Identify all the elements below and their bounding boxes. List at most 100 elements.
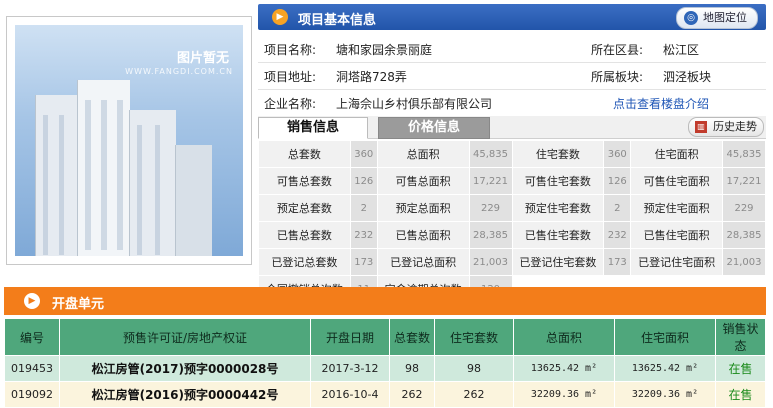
total-area: 32209.36 m² bbox=[513, 381, 615, 408]
district-value: 松江区 bbox=[662, 36, 766, 63]
permit-link[interactable]: 松江房管(2016)预字0000442号 bbox=[59, 381, 311, 408]
stat-label: 已登记住宅套数 bbox=[511, 248, 605, 276]
stat-label: 已登记住宅面积 bbox=[630, 248, 723, 276]
stat-label: 住宅套数 bbox=[511, 140, 605, 168]
history-trend-button[interactable]: ▥ 历史走势 bbox=[688, 117, 764, 137]
tab-price[interactable]: 价格信息 bbox=[378, 117, 490, 139]
stat-value: 360 bbox=[603, 140, 632, 168]
col-header: 编号 bbox=[4, 318, 60, 356]
stat-value: 232 bbox=[603, 221, 632, 249]
permit-link[interactable]: 松江房管(2017)预字0000028号 bbox=[59, 355, 311, 382]
placeholder-image: 图片暂无 WWW.FANGDI.COM.CN bbox=[15, 25, 243, 256]
stat-label: 已登记总面积 bbox=[376, 248, 470, 276]
stat-label: 已登记总套数 bbox=[258, 248, 351, 276]
stats-row: 预定总套数 2 预定总面积 229 预定住宅套数 2 预定住宅面积 229 bbox=[258, 194, 766, 222]
unit-id: 019453 bbox=[4, 355, 60, 382]
stat-value: 173 bbox=[349, 248, 378, 276]
stat-label: 预定住宅面积 bbox=[630, 194, 723, 222]
stat-value: 45,835 bbox=[722, 140, 766, 168]
tab-sales[interactable]: 销售信息 bbox=[258, 117, 368, 139]
stat-value: 2 bbox=[603, 194, 632, 222]
stat-value: 173 bbox=[603, 248, 632, 276]
units-table: 编号 预售许可证/房地产权证 开盘日期 总套数 住宅套数 总面积 住宅面积 销售… bbox=[4, 318, 766, 408]
stat-value: 28,385 bbox=[722, 221, 766, 249]
residential-area: 32209.36 m² bbox=[614, 381, 716, 408]
company-label: 企业名称: bbox=[258, 89, 335, 117]
project-intro-link[interactable]: 点击查看楼盘介绍 bbox=[585, 89, 766, 117]
col-header: 销售状态 bbox=[715, 318, 766, 356]
info-tabs: 销售信息 价格信息 ▥ 历史走势 bbox=[258, 116, 766, 139]
units-section-header: ▶ 开盘单元 bbox=[4, 287, 766, 315]
sale-status: 在售 bbox=[715, 355, 766, 382]
history-label: 历史走势 bbox=[713, 120, 757, 133]
stat-value: 232 bbox=[349, 221, 378, 249]
photo-caption: 图片暂无 bbox=[176, 51, 229, 66]
table-row[interactable]: 019453 松江房管(2017)预字0000028号 2017-3-12 98… bbox=[4, 355, 766, 382]
address-value: 洞塔路728弄 bbox=[335, 62, 585, 90]
stat-label: 可售住宅面积 bbox=[630, 167, 723, 195]
stat-label: 预定总套数 bbox=[258, 194, 351, 222]
stat-value: 28,385 bbox=[468, 221, 513, 249]
stat-label: 已售总套数 bbox=[258, 221, 351, 249]
col-header: 总面积 bbox=[513, 318, 615, 356]
stat-value: 17,221 bbox=[722, 167, 766, 195]
total-units: 262 bbox=[389, 381, 435, 408]
name-label: 项目名称: bbox=[258, 36, 335, 63]
stat-label: 总套数 bbox=[258, 140, 351, 168]
open-date: 2017-3-12 bbox=[310, 355, 390, 382]
stat-label: 总面积 bbox=[376, 140, 470, 168]
stats-row: 总套数 360 总面积 45,835 住宅套数 360 住宅面积 45,835 bbox=[258, 140, 766, 168]
chart-icon: ▥ bbox=[695, 121, 707, 133]
col-header: 住宅套数 bbox=[434, 318, 514, 356]
residential-units: 98 bbox=[434, 355, 514, 382]
sale-status: 在售 bbox=[715, 381, 766, 408]
stats-row: 已登记总套数 173 已登记总面积 21,003 已登记住宅套数 173 已登记住宅面… bbox=[258, 248, 766, 276]
stat-value: 126 bbox=[349, 167, 378, 195]
residential-area: 13625.42 m² bbox=[614, 355, 716, 382]
stat-value: 229 bbox=[468, 194, 513, 222]
stat-value: 229 bbox=[722, 194, 766, 222]
open-date: 2016-10-4 bbox=[310, 381, 390, 408]
residential-units: 262 bbox=[434, 381, 514, 408]
stat-value: 21,003 bbox=[722, 248, 766, 276]
stat-label: 已售总面积 bbox=[376, 221, 470, 249]
map-icon: ◎ bbox=[684, 11, 698, 25]
stat-label: 已售住宅面积 bbox=[630, 221, 723, 249]
stat-label: 住宅面积 bbox=[630, 140, 723, 168]
stats-row: 已售总套数 232 已售总面积 28,385 已售住宅套数 232 已售住宅面积 28,… bbox=[258, 221, 766, 249]
stat-value: 21,003 bbox=[468, 248, 513, 276]
address-label: 项目地址: bbox=[258, 62, 335, 90]
units-header-row: 编号 预售许可证/房地产权证 开盘日期 总套数 住宅套数 总面积 住宅面积 销售… bbox=[4, 318, 766, 356]
stat-label: 已售住宅套数 bbox=[511, 221, 605, 249]
header-title: 项目基本信息 bbox=[298, 13, 377, 28]
stat-value: 126 bbox=[603, 167, 632, 195]
arrow-icon: ▶ bbox=[272, 9, 288, 25]
stat-label: 可售总套数 bbox=[258, 167, 351, 195]
project-name: 塘和家园余景丽庭 bbox=[335, 36, 585, 63]
stat-value: 2 bbox=[349, 194, 378, 222]
col-header: 开盘日期 bbox=[310, 318, 390, 356]
stat-label: 预定住宅套数 bbox=[511, 194, 605, 222]
arrow-icon: ▶ bbox=[24, 293, 40, 309]
district-label: 所在区县: bbox=[585, 36, 662, 63]
total-area: 13625.42 m² bbox=[513, 355, 615, 382]
project-info-table: 项目名称: 塘和家园余景丽庭 所在区县: 松江区 项目地址: 洞塔路728弄 所… bbox=[258, 36, 766, 117]
stat-label: 可售住宅套数 bbox=[511, 167, 605, 195]
table-row[interactable]: 019092 松江房管(2016)预字0000442号 2016-10-4 26… bbox=[4, 381, 766, 408]
block-value: 泗泾板块 bbox=[662, 62, 766, 90]
photo-watermark: WWW.FANGDI.COM.CN bbox=[125, 67, 233, 76]
stat-value: 45,835 bbox=[468, 140, 513, 168]
company-value: 上海佘山乡村俱乐部有限公司 bbox=[335, 89, 585, 117]
units-section-title: 开盘单元 bbox=[52, 297, 105, 312]
stats-row: 可售总套数 126 可售总面积 17,221 可售住宅套数 126 可售住宅面积 17,… bbox=[258, 167, 766, 195]
project-photo: 图片暂无 WWW.FANGDI.COM.CN bbox=[6, 16, 252, 265]
total-units: 98 bbox=[389, 355, 435, 382]
col-header: 总套数 bbox=[389, 318, 435, 356]
stat-label: 预定总面积 bbox=[376, 194, 470, 222]
stat-value: 17,221 bbox=[468, 167, 513, 195]
map-button-label: 地图定位 bbox=[703, 11, 747, 24]
info-header: ▶ 项目基本信息 ◎ 地图定位 bbox=[258, 4, 766, 30]
block-label: 所属板块: bbox=[585, 62, 662, 90]
map-location-button[interactable]: ◎ 地图定位 bbox=[676, 7, 758, 29]
stat-label: 可售总面积 bbox=[376, 167, 470, 195]
